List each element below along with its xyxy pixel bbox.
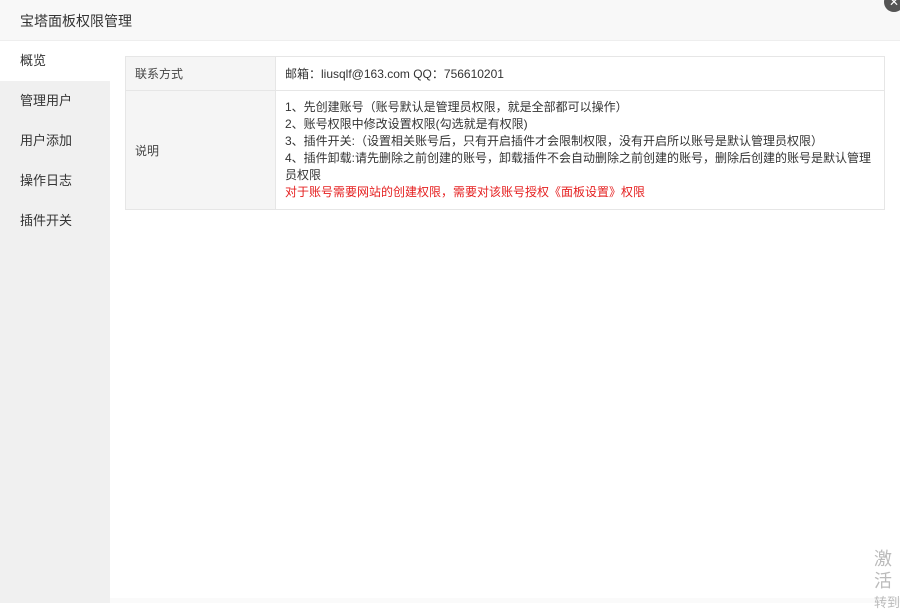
info-table: 联系方式 邮箱：liusqlf@163.com QQ：756610201 说明 … (125, 56, 885, 210)
sidebar-item-plugin-switch[interactable]: 插件开关 (0, 201, 110, 241)
note-line: 3、插件开关:（设置相关账号后，只有开启插件才会限制权限，没有开启所以账号是默认… (285, 134, 824, 148)
contact-value: 邮箱：liusqlf@163.com QQ：756610201 (275, 56, 885, 91)
note-warning: 对于账号需要网站的创建权限，需要对该账号授权《面板设置》权限 (285, 185, 646, 199)
note-line: 1、先创建账号（账号默认是管理员权限，就是全部都可以操作） (285, 100, 628, 114)
bottom-strip (110, 598, 900, 603)
note-line: 4、插件卸载:请先删除之前创建的账号，卸载插件不会自动删除之前创建的账号，删除后… (285, 151, 872, 182)
table-row: 联系方式 邮箱：liusqlf@163.com QQ：756610201 (125, 56, 885, 91)
dialog-header: 宝塔面板权限管理 (0, 0, 900, 41)
notes-label: 说明 (125, 90, 276, 210)
watermark-line2: 转到 (874, 595, 900, 610)
note-line: 2、账号权限中修改设置权限(勾选就是有权限) (285, 117, 528, 131)
sidebar-item-operation-log[interactable]: 操作日志 (0, 161, 110, 201)
table-row: 说明 1、先创建账号（账号默认是管理员权限，就是全部都可以操作） 2、账号权限中… (125, 90, 885, 210)
activation-watermark: 激活 转到 (874, 548, 900, 614)
permission-dialog: 宝塔面板权限管理 ✕ 概览 管理用户 用户添加 操作日志 插件开关 联系方式 邮… (0, 0, 900, 610)
sidebar-item-overview[interactable]: 概览 (0, 41, 110, 81)
dialog-title: 宝塔面板权限管理 (20, 13, 132, 29)
sidebar-item-add-user[interactable]: 用户添加 (0, 121, 110, 161)
sidebar-item-manage-users[interactable]: 管理用户 (0, 81, 110, 121)
notes-cell: 1、先创建账号（账号默认是管理员权限，就是全部都可以操作） 2、账号权限中修改设… (275, 90, 885, 210)
watermark-line1: 激活 (874, 549, 892, 591)
sidebar: 概览 管理用户 用户添加 操作日志 插件开关 (0, 41, 110, 603)
main-content: 联系方式 邮箱：liusqlf@163.com QQ：756610201 说明 … (110, 41, 900, 603)
contact-label: 联系方式 (125, 56, 276, 91)
